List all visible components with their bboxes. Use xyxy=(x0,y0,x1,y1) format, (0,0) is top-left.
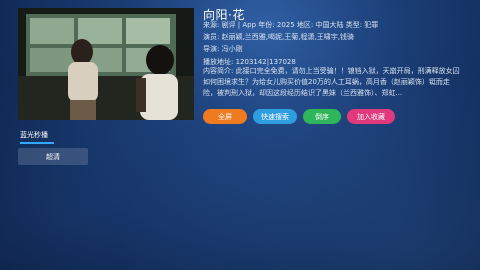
episode-button-hd[interactable]: 超清 xyxy=(18,148,88,165)
source-tab-underline xyxy=(20,142,54,144)
reverse-order-button[interactable]: 倒序 xyxy=(303,109,341,124)
movie-description: 内容简介: 此接口完全免费，请勿上当受骗！！锒铛入狱，天崩开局，刑满释放女囚如何… xyxy=(203,67,460,97)
movie-director-line: 导演: 冯小刚 xyxy=(203,45,243,53)
fullscreen-button[interactable]: 全屏 xyxy=(203,109,247,124)
movie-cast-line: 演员: 赵丽颖,兰西雅,喝妮,王菊,程潇,王啸宇,钱骑 xyxy=(203,33,354,41)
source-tab-bluray[interactable]: 蓝光秒播 xyxy=(18,130,50,140)
add-favorite-button[interactable]: 加入收藏 xyxy=(347,109,395,124)
quick-search-button[interactable]: 快速搜索 xyxy=(253,109,297,124)
movie-poster[interactable] xyxy=(18,8,194,120)
poster-image xyxy=(18,8,194,120)
movie-source-line: 来源: 剧评 | App 年份: 2025 地区: 中国大陆 类型: 犯罪 xyxy=(203,21,379,29)
